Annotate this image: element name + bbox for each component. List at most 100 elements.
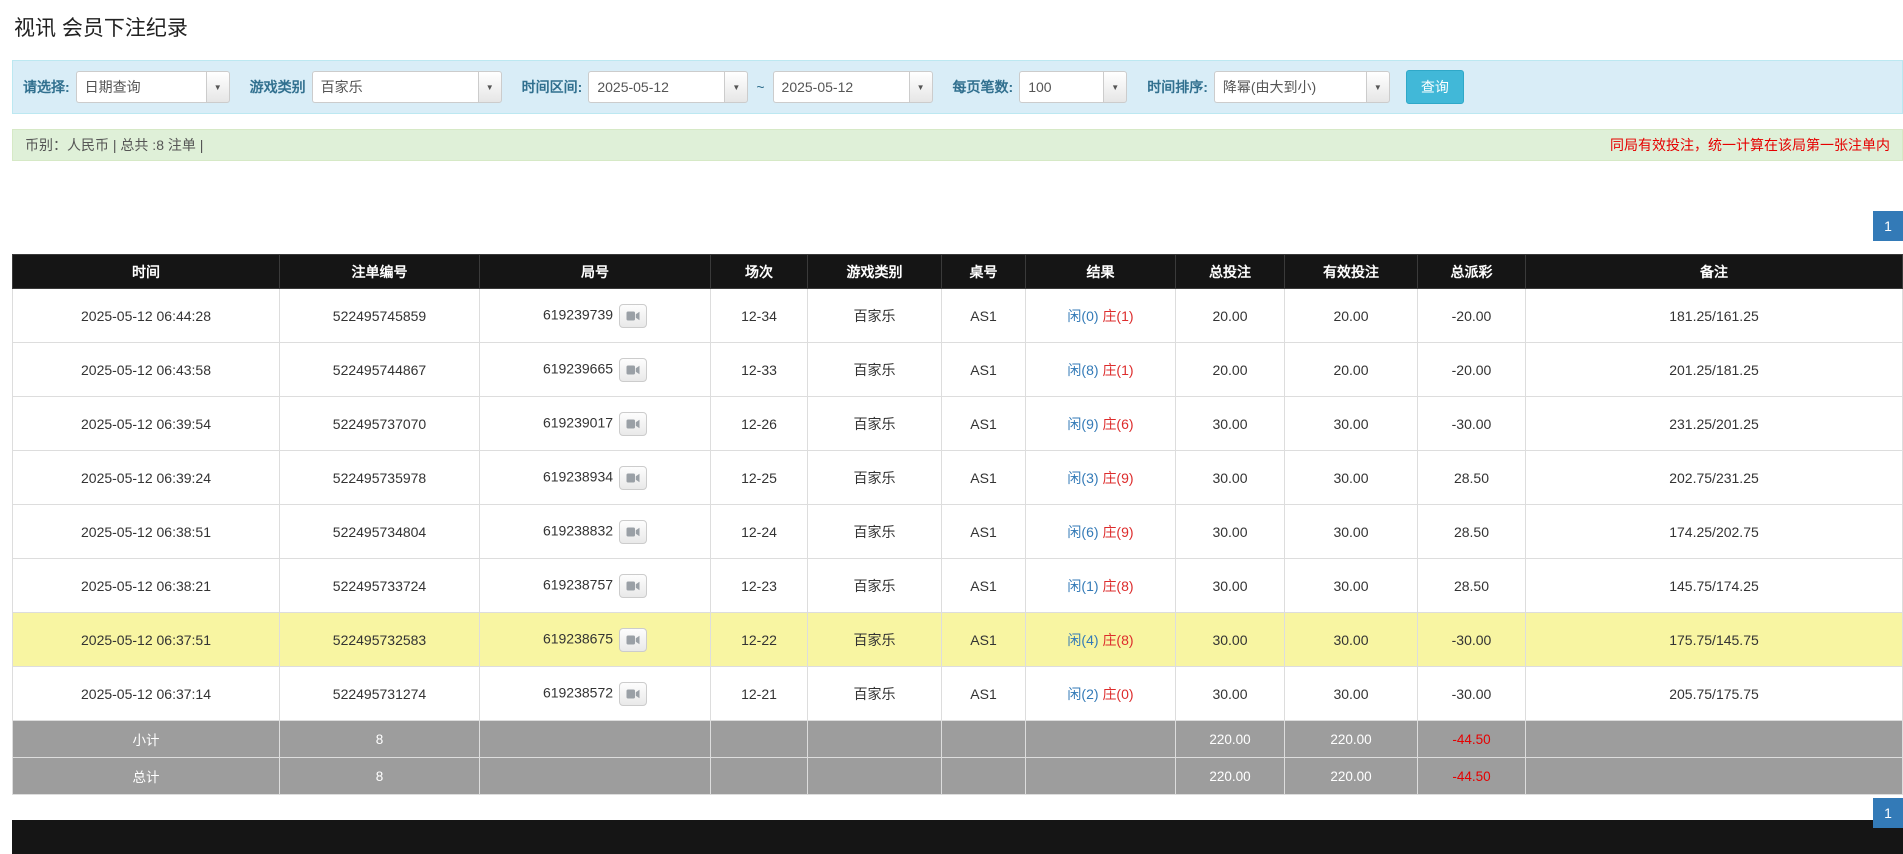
table-no-cell: AS1 <box>942 559 1026 613</box>
video-replay-icon[interactable] <box>619 358 647 382</box>
bet-id-cell: 522495731274 <box>280 667 480 721</box>
records-table-header: 时间 注单编号 局号 场次 游戏类别 桌号 结果 总投注 有效投注 总派彩 备注 <box>13 255 1903 289</box>
remark-cell: 231.25/201.25 <box>1526 397 1903 451</box>
time-cell: 2025-05-12 06:39:54 <box>13 397 280 451</box>
game-type-cell: 百家乐 <box>808 613 942 667</box>
summary-bar: 币别：人民币 | 总共 :8 注单 | 同局有效投注，统一计算在该局第一张注单内 <box>12 129 1903 161</box>
remark-cell: 201.25/181.25 <box>1526 343 1903 397</box>
remark-cell: 174.25/202.75 <box>1526 505 1903 559</box>
chevron-down-icon: ▼ <box>1374 83 1382 92</box>
video-replay-icon[interactable] <box>619 304 647 328</box>
round-id-cell: 619238934 <box>480 451 711 505</box>
result-banker: 庄(1) <box>1102 362 1133 378</box>
total-bet-cell[interactable]: 30.00 <box>1176 613 1285 667</box>
round-id-cell: 619239739 <box>480 289 711 343</box>
round-id-cell: 619238675 <box>480 613 711 667</box>
date-to-caret-button[interactable]: ▼ <box>909 71 933 103</box>
filter-group-select: 请选择: ▼ <box>23 71 230 103</box>
chevron-down-icon: ▼ <box>214 83 222 92</box>
chevron-down-icon: ▼ <box>732 83 740 92</box>
bet-id-cell: 522495745859 <box>280 289 480 343</box>
total-valid-bet: 220.00 <box>1285 758 1418 795</box>
game-type-cell: 百家乐 <box>808 451 942 505</box>
payout-cell: -30.00 <box>1418 397 1526 451</box>
round-id-value: 619239017 <box>543 414 613 430</box>
video-replay-icon[interactable] <box>619 628 647 652</box>
total-count: 8 <box>280 758 480 795</box>
result-player: 闲(0) <box>1067 308 1098 324</box>
page-button-1[interactable]: 1 <box>1873 211 1903 241</box>
game-type-cell: 百家乐 <box>808 343 942 397</box>
table-row: 2025-05-12 06:37:51 522495732583 6192386… <box>13 613 1903 667</box>
sort-input[interactable] <box>1214 71 1366 103</box>
result-player: 闲(8) <box>1067 362 1098 378</box>
table-row: 2025-05-12 06:44:28 522495745859 6192397… <box>13 289 1903 343</box>
page-title: 视讯 会员下注纪录 <box>14 12 1903 42</box>
video-replay-icon[interactable] <box>619 520 647 544</box>
payout-cell: 28.50 <box>1418 505 1526 559</box>
date-from-caret-button[interactable]: ▼ <box>724 71 748 103</box>
select-combo: ▼ <box>76 71 230 103</box>
valid-bet-cell: 30.00 <box>1285 613 1418 667</box>
game-type-cell: 百家乐 <box>808 559 942 613</box>
valid-bet-cell: 20.00 <box>1285 343 1418 397</box>
subtotal-total-bet: 220.00 <box>1176 721 1285 758</box>
date-to-input[interactable] <box>773 71 909 103</box>
total-bet-cell[interactable]: 20.00 <box>1176 343 1285 397</box>
video-replay-icon[interactable] <box>619 574 647 598</box>
valid-bet-cell: 30.00 <box>1285 397 1418 451</box>
game-type-cell: 百家乐 <box>808 667 942 721</box>
select-caret-button[interactable]: ▼ <box>206 71 230 103</box>
total-bet-cell[interactable]: 30.00 <box>1176 667 1285 721</box>
page-size-input[interactable] <box>1019 71 1103 103</box>
valid-bet-cell: 30.00 <box>1285 505 1418 559</box>
pagination-top: 1 <box>12 211 1903 241</box>
result-player: 闲(4) <box>1067 632 1098 648</box>
total-bet-cell[interactable]: 30.00 <box>1176 397 1285 451</box>
date-from-input[interactable] <box>588 71 724 103</box>
chevron-down-icon: ▼ <box>486 83 494 92</box>
total-bet-cell[interactable]: 30.00 <box>1176 451 1285 505</box>
result-cell: 闲(2) 庄(0) <box>1026 667 1176 721</box>
col-header-session: 场次 <box>711 255 808 289</box>
total-bet-cell[interactable]: 30.00 <box>1176 505 1285 559</box>
video-replay-icon[interactable] <box>619 466 647 490</box>
video-replay-icon[interactable] <box>619 682 647 706</box>
result-player: 闲(3) <box>1067 470 1098 486</box>
col-header-round-id: 局号 <box>480 255 711 289</box>
result-cell: 闲(9) 庄(6) <box>1026 397 1176 451</box>
round-id-cell: 619239665 <box>480 343 711 397</box>
payout-cell: 28.50 <box>1418 559 1526 613</box>
game-type-input[interactable] <box>312 71 478 103</box>
total-bet-cell[interactable]: 20.00 <box>1176 289 1285 343</box>
subtotal-count: 8 <box>280 721 480 758</box>
round-id-cell: 619238757 <box>480 559 711 613</box>
col-header-remark: 备注 <box>1526 255 1903 289</box>
table-no-cell: AS1 <box>942 613 1026 667</box>
page-button-1-bottom[interactable]: 1 <box>1873 798 1903 828</box>
filter-group-game-type: 游戏类别 ▼ <box>250 71 502 103</box>
sort-label: 时间排序: <box>1147 77 1208 97</box>
game-type-cell: 百家乐 <box>808 289 942 343</box>
game-type-caret-button[interactable]: ▼ <box>478 71 502 103</box>
time-cell: 2025-05-12 06:37:14 <box>13 667 280 721</box>
page-size-caret-button[interactable]: ▼ <box>1103 71 1127 103</box>
page-container: 视讯 会员下注纪录 请选择: ▼ 游戏类别 ▼ 时间区间: ▼ ~ <box>0 0 1903 854</box>
select-input[interactable] <box>76 71 206 103</box>
payout-cell: -20.00 <box>1418 343 1526 397</box>
subtotal-payout: -44.50 <box>1418 721 1526 758</box>
table-row: 2025-05-12 06:39:54 522495737070 6192390… <box>13 397 1903 451</box>
total-bet-cell[interactable]: 30.00 <box>1176 559 1285 613</box>
sort-caret-button[interactable]: ▼ <box>1366 71 1390 103</box>
remark-cell: 175.75/145.75 <box>1526 613 1903 667</box>
search-button[interactable]: 查询 <box>1406 70 1464 104</box>
bet-id-cell: 522495733724 <box>280 559 480 613</box>
round-id-value: 619239665 <box>543 360 613 376</box>
session-cell: 12-34 <box>711 289 808 343</box>
total-row: 总计 8 220.00 220.00 -44.50 <box>13 758 1903 795</box>
session-cell: 12-26 <box>711 397 808 451</box>
page-size-label: 每页笔数: <box>953 77 1014 97</box>
table-no-cell: AS1 <box>942 343 1026 397</box>
video-replay-icon[interactable] <box>619 412 647 436</box>
remark-cell: 145.75/174.25 <box>1526 559 1903 613</box>
